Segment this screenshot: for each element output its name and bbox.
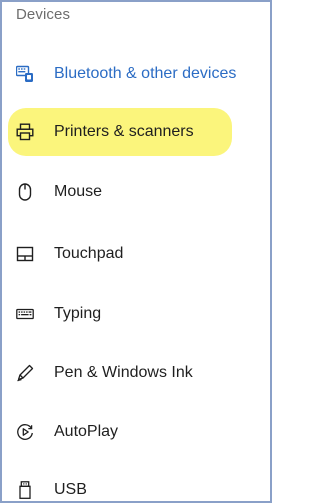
touchpad-icon <box>16 245 34 263</box>
nav-item-label: Pen & Windows Ink <box>54 364 193 381</box>
pen-icon <box>16 364 34 382</box>
nav-item-label: AutoPlay <box>54 423 119 440</box>
nav-item-label: USB <box>54 481 87 498</box>
nav-item-printers[interactable]: Printers & scanners <box>16 116 194 148</box>
nav-item-touchpad[interactable]: Touchpad <box>16 238 123 270</box>
section-title: Devices <box>16 6 71 23</box>
nav-item-autoplay[interactable]: AutoPlay <box>16 416 118 448</box>
nav-item-label: Touchpad <box>54 245 124 262</box>
nav-item-typing[interactable]: Typing <box>16 298 101 330</box>
nav-item-label: Mouse <box>54 183 103 200</box>
nav-item-pen[interactable]: Pen & Windows Ink <box>16 357 193 389</box>
settings-devices-panel: Devices Bluetooth & other devices Printe… <box>0 0 272 503</box>
nav-item-mouse[interactable]: Mouse <box>16 176 102 208</box>
bluetooth-keyboard-icon <box>16 65 34 83</box>
nav-item-label: Typing <box>54 305 102 322</box>
nav-item-label: Printers & scanners <box>54 123 194 140</box>
printer-icon <box>16 123 34 141</box>
autoplay-icon <box>16 423 34 441</box>
usb-icon <box>16 481 34 499</box>
nav-item-label: Bluetooth & other devices <box>54 65 237 82</box>
mouse-icon <box>16 183 34 201</box>
nav-item-bluetooth[interactable]: Bluetooth & other devices <box>16 58 236 90</box>
keyboard-icon <box>16 305 34 323</box>
nav-item-usb[interactable]: USB <box>16 474 87 501</box>
